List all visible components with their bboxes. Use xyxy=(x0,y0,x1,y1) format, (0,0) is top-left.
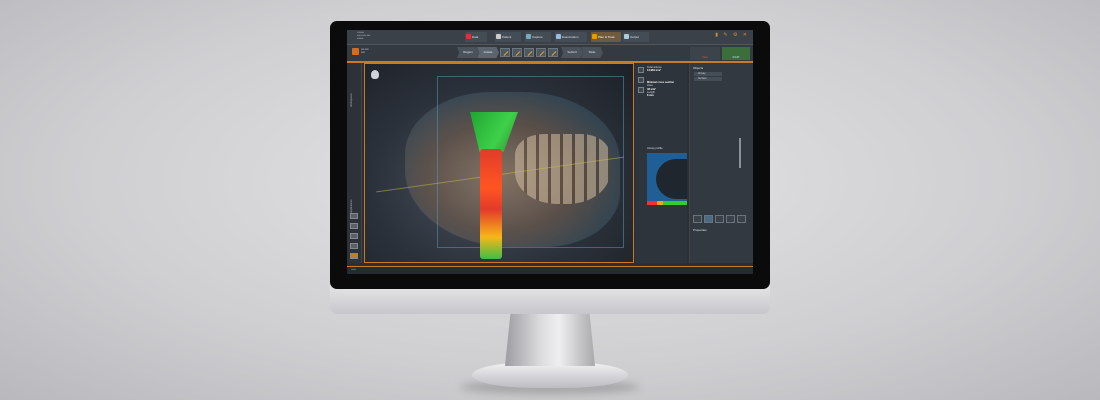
link-icon[interactable] xyxy=(638,77,644,83)
volume-value: 12,984 mm³ xyxy=(647,69,662,73)
examination-icon xyxy=(556,34,561,39)
sidebar-tab-workspaces[interactable]: Workspaces xyxy=(350,67,356,107)
tab-patient[interactable]: Patient xyxy=(495,32,521,42)
tool-measure-2[interactable] xyxy=(512,48,522,57)
left-sidebar: Workspaces Applications xyxy=(347,63,362,263)
brand-right[interactable]: SICAT xyxy=(722,47,750,60)
sidebar-tab-applications[interactable]: Applications xyxy=(350,173,356,213)
layout-button-2[interactable] xyxy=(350,223,358,229)
airway-profile-chart[interactable] xyxy=(647,153,687,201)
orientation-head-icon[interactable] xyxy=(371,70,379,79)
monitor-stand xyxy=(505,314,595,366)
objects-title: Objects xyxy=(693,66,704,70)
tab-data[interactable]: Data xyxy=(465,32,487,42)
tab-capture[interactable]: Capture xyxy=(525,32,551,42)
tool-measure-3[interactable] xyxy=(524,48,534,57)
patient-icon xyxy=(466,34,471,39)
patient-record-icon xyxy=(496,34,501,39)
object-item-airway[interactable]: Airway xyxy=(694,72,722,76)
object-item-surface[interactable]: Surface xyxy=(694,77,722,81)
volume-bounding-box xyxy=(437,76,624,248)
app-screen: ▪ ▪▪▪▪▪▪ ▪▪▪▪ ▪▪▪▪▪ ▪▪▪▪ ▪▪▪▪▪▪▪ Data Pati… xyxy=(347,30,753,274)
top-toolbar: ▪ ▪▪▪▪▪▪ ▪▪▪▪ ▪▪▪▪▪ ▪▪▪▪ ▪▪▪▪▪▪▪ Data Pati… xyxy=(347,30,753,45)
objects-scrollbar[interactable] xyxy=(739,138,741,168)
export-icon[interactable] xyxy=(638,87,644,93)
tool-measure-1[interactable] xyxy=(500,48,510,57)
patient-info: ▪ ▪▪▪▪▪▪ ▪▪▪▪ ▪▪▪▪▪ ▪▪▪▪ ▪▪▪▪▪▪▪ xyxy=(357,31,371,40)
tab-output[interactable]: Output xyxy=(623,32,649,42)
layout-button-1[interactable] xyxy=(350,213,358,219)
3d-viewport[interactable] xyxy=(364,63,634,263)
airway-profile-title: Airway profile xyxy=(647,147,663,150)
object-tool-2[interactable] xyxy=(704,215,713,223)
results-panel: Total volume 12,984 mm³ Minimal cross se… xyxy=(635,63,687,263)
app-logo-icon xyxy=(352,48,359,55)
step-slide[interactable]: Slide xyxy=(581,47,603,58)
step-isolate[interactable]: Isolate xyxy=(477,47,499,58)
object-tool-4[interactable] xyxy=(726,215,735,223)
plan-icon xyxy=(592,34,597,39)
volume-block: Total volume 12,984 mm³ xyxy=(647,66,687,73)
airway-color-scale xyxy=(647,201,687,205)
window-controls[interactable]: ▮ ✎ ⚙ ✕ xyxy=(715,32,749,38)
status-bar: ▪▪▪▪▪▪ xyxy=(347,266,753,274)
airway-segment-lower xyxy=(480,149,502,259)
layout-button-4[interactable] xyxy=(350,243,358,249)
brand-left[interactable]: Pano xyxy=(690,47,720,60)
capture-icon xyxy=(526,34,531,39)
tab-examination[interactable]: Examination xyxy=(555,32,587,42)
step-submit[interactable]: Submit xyxy=(561,47,583,58)
module-label: ▪▪▪ ▪▪▪▪ ▪▪▪▪ xyxy=(361,47,369,55)
length-value: 8 mm xyxy=(647,94,654,98)
object-tool-5[interactable] xyxy=(737,215,746,223)
object-tool-3[interactable] xyxy=(715,215,724,223)
tool-measure-5[interactable] xyxy=(548,48,558,57)
properties-title: Properties xyxy=(693,228,707,232)
object-tool-1[interactable] xyxy=(693,215,702,223)
output-icon xyxy=(624,34,629,39)
tab-plan-treat[interactable]: Plan & Treat xyxy=(591,32,621,42)
objects-panel: Objects Airway Surface Properties xyxy=(689,63,753,263)
cross-section-block: Minimal cross section Area 48 mm² Length… xyxy=(647,81,687,97)
status-text: ▪▪▪▪▪▪ xyxy=(351,268,357,271)
layout-button-5[interactable] xyxy=(350,253,358,259)
step-region[interactable]: Region xyxy=(457,47,479,58)
settings-icon[interactable] xyxy=(638,67,644,73)
layout-button-3[interactable] xyxy=(350,233,358,239)
tool-measure-4[interactable] xyxy=(536,48,546,57)
